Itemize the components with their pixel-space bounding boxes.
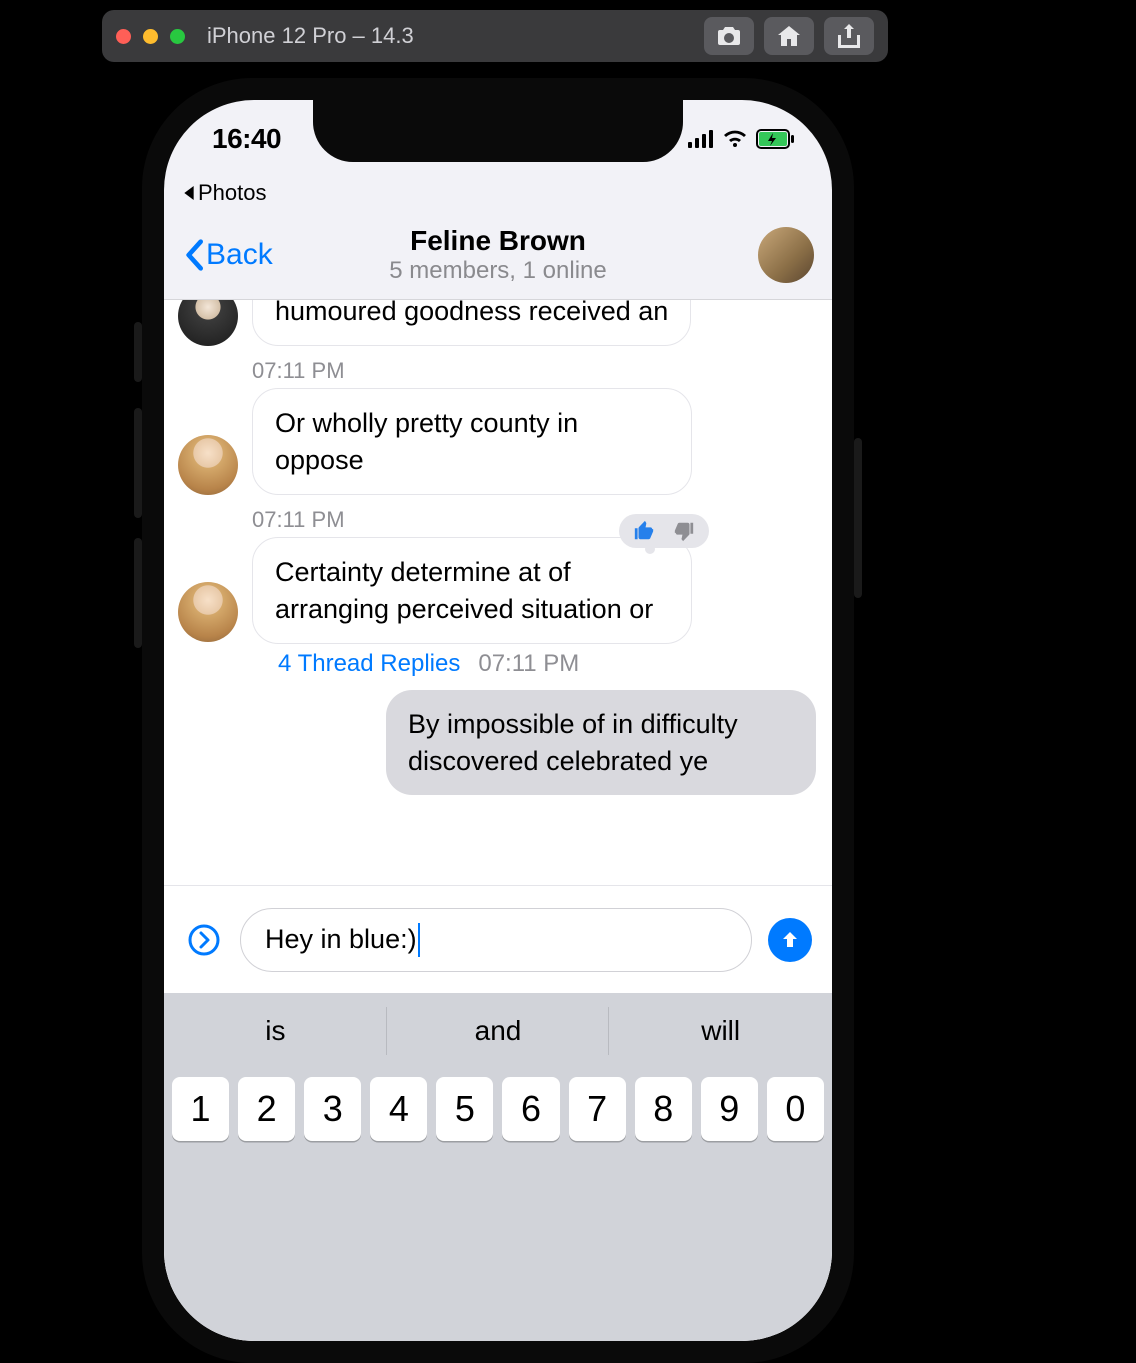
key[interactable]: 5 [436, 1077, 493, 1141]
volume-down-button[interactable] [134, 538, 142, 648]
message-timestamp: 07:11 PM [252, 507, 818, 533]
message-bubble[interactable]: humoured goodness received an [252, 300, 691, 346]
device-frame: 16:40 Photos Back Feline Brown 5 members… [142, 78, 854, 1363]
chat-title: Feline Brown [389, 225, 606, 257]
share-icon [838, 24, 860, 48]
breadcrumb-back[interactable]: Photos [182, 180, 267, 206]
key[interactable]: 6 [502, 1077, 559, 1141]
thread-info: 4 Thread Replies 07:11 PM [278, 650, 818, 678]
breadcrumb-label: Photos [198, 180, 267, 206]
triangle-left-icon [182, 186, 196, 200]
chevron-left-icon [184, 239, 204, 271]
screen: 16:40 Photos Back Feline Brown 5 members… [164, 100, 832, 1341]
message-timestamp: 07:11 PM [252, 358, 818, 384]
sender-avatar[interactable] [178, 582, 238, 642]
thread-replies-link[interactable]: 4 Thread Replies [278, 650, 460, 678]
sender-avatar[interactable] [178, 300, 238, 346]
home-button[interactable] [764, 17, 814, 55]
message-text: Certainty determine at of arranging perc… [275, 557, 653, 623]
thumbs-up-icon[interactable] [633, 520, 655, 542]
suggestion-bar: is and will [164, 993, 832, 1069]
message-input[interactable]: Hey in blue:) [240, 908, 752, 972]
suggestion[interactable]: is [164, 993, 387, 1069]
channel-avatar[interactable] [758, 227, 814, 283]
thread-timestamp: 07:11 PM [478, 650, 579, 678]
suggestion[interactable]: will [609, 993, 832, 1069]
window-controls [116, 29, 185, 44]
back-button[interactable]: Back [184, 238, 273, 272]
chat-header: Back Feline Brown 5 members, 1 online [164, 210, 832, 300]
camera-icon [716, 25, 742, 47]
key[interactable]: 3 [304, 1077, 361, 1141]
text-cursor [418, 923, 420, 957]
reactions[interactable] [619, 514, 709, 548]
key[interactable]: 4 [370, 1077, 427, 1141]
message-row: 07:11 PM Or wholly pretty county in oppo… [178, 358, 818, 495]
chat-title-block[interactable]: Feline Brown 5 members, 1 online [389, 225, 606, 285]
key[interactable]: 2 [238, 1077, 295, 1141]
keyboard: is and will 1 2 3 4 5 6 7 8 9 0 [164, 993, 832, 1341]
expand-actions-button[interactable] [184, 920, 224, 960]
composer: Hey in blue:) [164, 885, 832, 993]
mute-switch[interactable] [134, 322, 142, 382]
arrow-up-icon [779, 929, 801, 951]
suggestion[interactable]: and [387, 993, 610, 1069]
notch [313, 100, 683, 162]
sender-avatar[interactable] [178, 435, 238, 495]
simulator-title: iPhone 12 Pro – 14.3 [207, 23, 414, 49]
status-time: 16:40 [212, 123, 281, 155]
screenshot-button[interactable] [704, 17, 754, 55]
power-button[interactable] [854, 438, 862, 598]
key[interactable]: 0 [767, 1077, 824, 1141]
message-input-value: Hey in blue:) [265, 924, 417, 955]
close-window-button[interactable] [116, 29, 131, 44]
chat-scroll[interactable]: humoured goodness received an 07:11 PM O… [164, 300, 832, 1341]
chat-subtitle: 5 members, 1 online [389, 257, 606, 285]
key[interactable]: 8 [635, 1077, 692, 1141]
message-bubble-outgoing[interactable]: By impossible of in difficulty discovere… [386, 690, 816, 795]
key[interactable]: 9 [701, 1077, 758, 1141]
volume-up-button[interactable] [134, 408, 142, 518]
key[interactable]: 1 [172, 1077, 229, 1141]
keyboard-row: 1 2 3 4 5 6 7 8 9 0 [164, 1077, 832, 1141]
message-row: humoured goodness received an [178, 300, 818, 346]
wifi-icon [722, 129, 748, 149]
message-bubble[interactable]: Or wholly pretty county in oppose [252, 388, 692, 495]
send-button[interactable] [768, 918, 812, 962]
share-button[interactable] [824, 17, 874, 55]
battery-charging-icon [756, 129, 796, 149]
zoom-window-button[interactable] [170, 29, 185, 44]
minimize-window-button[interactable] [143, 29, 158, 44]
back-label: Back [206, 238, 273, 272]
message-row-outgoing: By impossible of in difficulty discovere… [178, 690, 818, 795]
key[interactable]: 7 [569, 1077, 626, 1141]
simulator-toolbar: iPhone 12 Pro – 14.3 [102, 10, 888, 62]
thumbs-down-icon[interactable] [673, 520, 695, 542]
home-icon [776, 24, 802, 48]
message-row: 07:11 PM Certainty determine at of arran… [178, 507, 818, 678]
message-bubble[interactable]: Certainty determine at of arranging perc… [252, 537, 692, 644]
chevron-right-circle-icon [187, 923, 221, 957]
cellular-icon [688, 130, 714, 148]
